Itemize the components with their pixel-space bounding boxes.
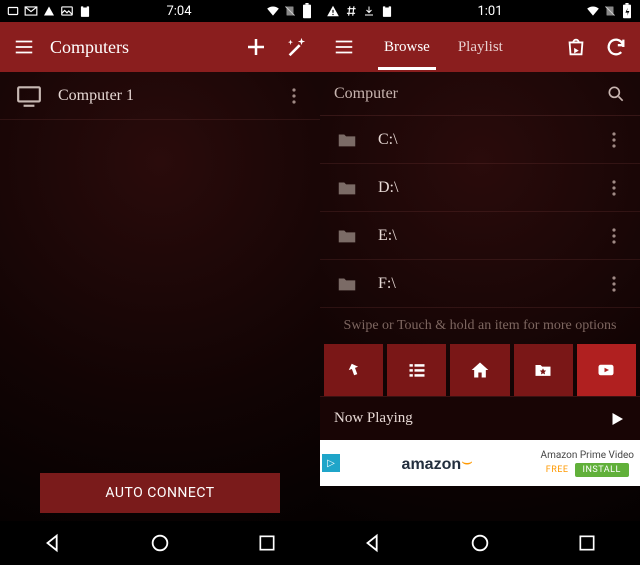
toolbar-title: Computers [50,37,230,58]
ad-choices-icon[interactable]: ▷ [322,454,340,472]
phone-left: 7:04 Computers Computer 1 [0,0,320,565]
search-icon[interactable] [606,84,626,104]
folder-icon [334,273,370,295]
more-button[interactable] [282,88,306,104]
now-playing-label: Now Playing [334,410,608,427]
phone-right: 1:01 Browse Playlist Computer C:\ [320,0,640,565]
nav-back[interactable] [359,529,387,557]
tab-browse[interactable]: Browse [370,25,444,70]
folder-icon [334,225,370,247]
drive-row[interactable]: F:\ [320,260,640,308]
tabs: Browse Playlist [370,25,550,70]
add-button[interactable] [242,33,270,61]
drive-row[interactable]: E:\ [320,212,640,260]
clipboard-icon [78,4,92,18]
drive-label: E:\ [370,227,602,245]
navbar [0,521,320,565]
tab-playlist[interactable]: Playlist [444,25,517,70]
monitor-icon [14,83,50,109]
folder-icon [334,177,370,199]
nav-recent[interactable] [253,529,281,557]
more-button[interactable] [602,180,626,196]
warning-icon [326,4,340,18]
navbar [320,521,640,565]
computer-label: Computer 1 [50,87,282,105]
status-time: 1:01 [477,4,502,19]
hint-text: Swipe or Touch & hold an item for more o… [320,308,640,344]
more-button[interactable] [602,276,626,292]
play-store-icon [42,4,56,18]
computer-row[interactable]: Computer 1 [0,72,320,120]
notification-icon [6,4,20,18]
ad-banner[interactable]: ▷ amazon⌣ Amazon Prime Video FREE INSTAL… [320,440,640,486]
more-button[interactable] [602,132,626,148]
list-button[interactable] [387,344,446,396]
nav-home[interactable] [466,529,494,557]
more-button[interactable] [602,228,626,244]
nav-home[interactable] [146,529,174,557]
download-icon [362,4,376,18]
no-sim-icon [603,4,617,18]
shop-button[interactable] [562,33,590,61]
up-button[interactable] [324,344,383,396]
video-button[interactable] [577,344,636,396]
drive-label: C:\ [370,131,602,149]
wifi-icon [266,4,280,18]
menu-button[interactable] [330,33,358,61]
drive-row[interactable]: C:\ [320,116,640,164]
content-body: Computer C:\ D:\ E:\ F:\ Swipe or Touch … [320,72,640,521]
home-button[interactable] [450,344,509,396]
battery-icon [300,4,314,18]
status-time: 7:04 [166,4,191,19]
ad-install-button[interactable]: INSTALL [575,463,629,477]
image-icon [60,4,74,18]
bottom-toolbar [320,344,640,396]
menu-button[interactable] [10,33,38,61]
hash-icon [344,4,358,18]
status-bar: 1:01 [320,0,640,22]
auto-connect-button[interactable]: AUTO CONNECT [40,473,280,513]
drive-label: D:\ [370,179,602,197]
refresh-button[interactable] [602,33,630,61]
clipboard-icon [380,4,394,18]
toolbar: Computers [0,22,320,72]
play-icon[interactable] [608,410,626,428]
nav-recent[interactable] [573,529,601,557]
wand-button[interactable] [282,33,310,61]
search-row[interactable]: Computer [320,72,640,116]
no-sim-icon [283,4,297,18]
ad-free-label: FREE [546,465,569,475]
wifi-icon [586,4,600,18]
now-playing-bar[interactable]: Now Playing [320,396,640,440]
battery-charging-icon [620,4,634,18]
folder-icon [334,129,370,151]
toolbar: Browse Playlist [320,22,640,72]
gmail-icon [24,4,38,18]
drive-label: F:\ [370,275,602,293]
ad-brand-logo: amazon⌣ [340,440,535,486]
content-body: Computer 1 AUTO CONNECT [0,72,320,521]
search-label: Computer [334,85,606,103]
favorites-button[interactable] [514,344,573,396]
status-bar: 7:04 [0,0,320,22]
drive-row[interactable]: D:\ [320,164,640,212]
nav-back[interactable] [39,529,67,557]
ad-title: Amazon Prime Video [541,450,634,461]
